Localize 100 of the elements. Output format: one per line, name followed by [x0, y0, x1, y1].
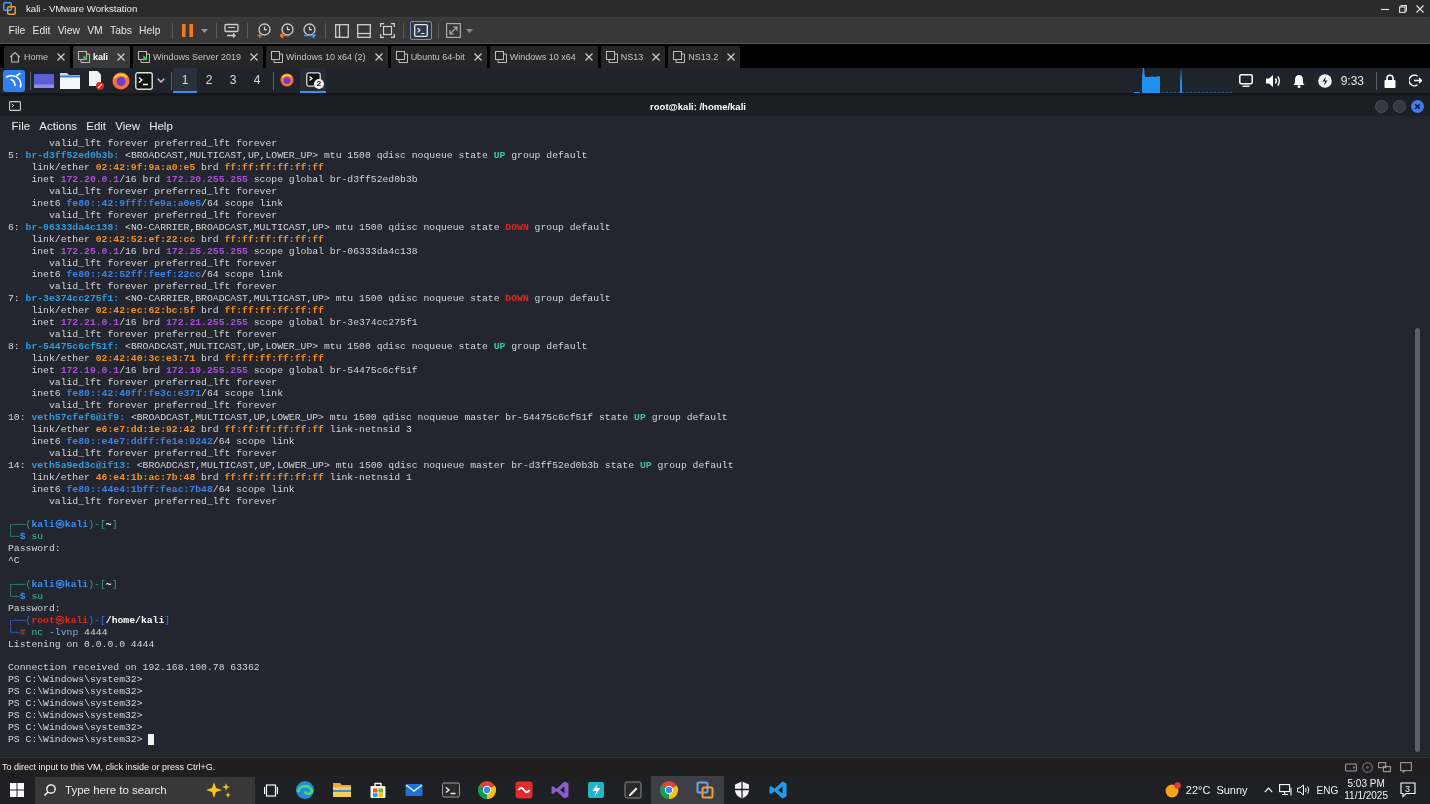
disc-icon[interactable] [1362, 761, 1373, 773]
vm-tab[interactable]: Windows 10 x64 (2) [266, 46, 388, 68]
vm-tab[interactable]: Windows 10 x64 [489, 46, 598, 68]
close-icon[interactable] [652, 53, 661, 61]
terminal-line: 10: veth57cfef6@if9: <BROADCAST,MULTICAST,UP,LOWER_UP> mtu 1500 qdisc noqueue master br-54475c6cf51f state UP group default [8, 412, 728, 424]
network-icon[interactable] [1378, 761, 1391, 773]
folder-icon[interactable] [60, 72, 80, 89]
terminal-line: inet6 fe80::42:40ff:fe3c:e371/64 scope link [31, 388, 283, 400]
app-logo-icon [3, 2, 16, 15]
terminal-line: 5: br-d3ff52ed0b3b: <BROADCAST,MULTICAST,UP,LOWER_UP> mtu 1500 qdisc noqueue state UP group default [8, 150, 588, 162]
message-icon[interactable] [1400, 761, 1412, 773]
stretch-icon[interactable] [446, 23, 462, 38]
clock-date[interactable]: 11/1/2025 [1344, 790, 1388, 802]
notification-icon[interactable] [1400, 782, 1416, 798]
search-field[interactable]: Type here to search [35, 776, 255, 804]
browser-ring-icon [659, 780, 680, 800]
network-icon[interactable] [1278, 784, 1293, 796]
terminal-line: link/ether 46:e4:1b:ac:7b:48 brd ff:ff:ff:ff:ff:ff link-netnsid 1 [31, 471, 412, 483]
vm-tab[interactable]: kali [73, 46, 131, 68]
vm-tab[interactable]: NS13 [600, 46, 666, 68]
vm-tab[interactable]: Windows Server 2019 [133, 46, 264, 68]
menu-item[interactable]: Tabs [106, 25, 136, 36]
menu-item[interactable]: Help [135, 25, 165, 36]
logout-icon[interactable] [1409, 74, 1422, 87]
restore-icon[interactable] [1399, 4, 1407, 13]
vm-tab[interactable]: Home [4, 46, 70, 68]
sidebar-layout-icon[interactable] [335, 23, 350, 38]
lock-icon[interactable] [1384, 73, 1396, 88]
terminal-line: 6: br-06333da4c138: <NO-CARRIER,BROADCAST,MULTICAST,UP> mtu 1500 qdisc noqueue state DOWN group default [8, 221, 611, 233]
task-view-icon[interactable] [264, 783, 278, 797]
chevron-up-icon[interactable] [1263, 787, 1273, 793]
search-input[interactable]: Type here to search [65, 784, 195, 796]
sun-icon[interactable] [1164, 782, 1181, 798]
terminal-line: inet6 fe80::44e4:1bff:feac:7b48/64 scope link [31, 483, 295, 495]
terminal-icon[interactable] [135, 71, 153, 90]
close-icon[interactable] [374, 53, 383, 61]
menu-item[interactable]: File [5, 25, 29, 36]
panel-layout-icon[interactable] [357, 23, 372, 38]
weather-condition[interactable]: Sunny [1216, 784, 1248, 796]
home-icon [9, 51, 21, 63]
dragon-logo-icon[interactable] [3, 69, 25, 92]
terminal-line: link/ether 02:42:9f:9a:a0:e5 brd ff:ff:ff:ff:ff:ff [31, 162, 324, 174]
input-language[interactable]: ENG [1316, 784, 1339, 796]
close-icon[interactable] [117, 53, 126, 61]
code-ribbon-icon [768, 780, 789, 800]
menu-item[interactable]: File [7, 120, 35, 132]
workspace-button[interactable]: 1 [173, 68, 197, 93]
close-icon[interactable] [473, 53, 482, 61]
close-icon[interactable] [1411, 99, 1424, 113]
fullscreen-icon[interactable] [380, 23, 396, 38]
close-icon[interactable] [250, 53, 259, 61]
caret-icon[interactable] [201, 28, 209, 33]
menu-item[interactable]: View [54, 25, 84, 36]
window-stack-icon [605, 51, 618, 63]
workspace-button[interactable]: 3 [221, 68, 245, 93]
console-view-button[interactable] [410, 21, 433, 40]
terminal-line: link/ether e6:e7:dd:1e:92:42 brd ff:ff:ff:ff:ff:ff link-netnsid 3 [31, 424, 412, 436]
weather-temperature[interactable]: 22°C [1185, 784, 1211, 796]
pause-icon[interactable] [182, 24, 194, 37]
overlapping-squares-icon [695, 780, 716, 800]
terminal-line: PS C:\Windows\system32> [8, 674, 143, 686]
scrollbar[interactable] [1415, 328, 1420, 752]
workspace-button[interactable]: 4 [245, 68, 269, 93]
bell-icon[interactable] [1292, 73, 1305, 88]
close-icon[interactable] [727, 53, 736, 61]
close-icon[interactable] [57, 53, 65, 61]
menu-item[interactable]: VM [83, 25, 107, 36]
bolt-tile-icon [586, 780, 607, 800]
wave-tile-icon [513, 780, 534, 800]
terminal-line: └─$ su [8, 590, 44, 602]
browser-icon[interactable] [112, 71, 130, 90]
clock-time[interactable]: 5:03 PM [1347, 778, 1385, 790]
menu-item[interactable]: Edit [81, 120, 111, 132]
vm-tab[interactable]: Ubuntu 64-bit [390, 46, 487, 68]
menu-item[interactable]: View [110, 120, 145, 132]
close-icon[interactable] [1416, 4, 1424, 13]
volume-icon[interactable] [1296, 784, 1311, 796]
task-count-badge: 2 [314, 79, 324, 89]
workspace-button[interactable]: 2 [197, 68, 221, 93]
box-arrow-icon[interactable] [224, 23, 240, 38]
terminal-line: PS C:\Windows\system32> [8, 698, 143, 710]
taskbar-button[interactable] [650, 776, 688, 804]
bolt-circle-icon[interactable] [1317, 73, 1332, 88]
task-button[interactable]: 2 [300, 68, 326, 93]
start-icon[interactable] [10, 783, 24, 797]
terminal-line: PS C:\Windows\system32> [8, 686, 143, 698]
caret-icon[interactable] [157, 78, 165, 83]
vm-tab[interactable]: NS13.2 [668, 46, 741, 68]
clock-plus-icon[interactable] [257, 23, 272, 38]
close-icon[interactable] [584, 53, 593, 61]
menu-item[interactable]: Actions [34, 120, 82, 132]
document-icon[interactable] [88, 71, 104, 90]
volume-icon[interactable] [1265, 73, 1281, 88]
menu-item[interactable]: Edit [28, 25, 55, 36]
terminal-line: valid_lft forever preferred_lft forever [48, 257, 278, 269]
panel-clock[interactable]: 9:33 [1340, 73, 1364, 88]
screen-icon[interactable] [1238, 74, 1253, 87]
desktop-icon[interactable] [34, 73, 54, 88]
terminal-line: └─$ su [8, 531, 44, 543]
menu-item[interactable]: Help [144, 120, 178, 132]
